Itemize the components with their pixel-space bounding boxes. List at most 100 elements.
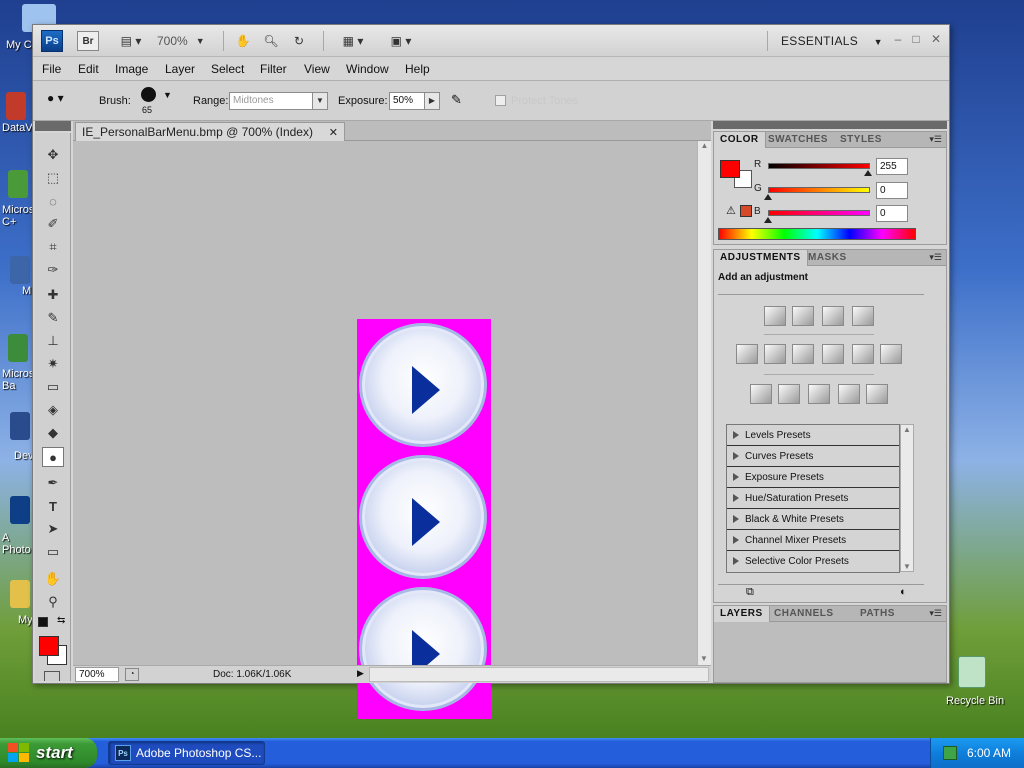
posterize-icon[interactable] — [778, 384, 800, 404]
list-item[interactable]: Exposure Presets — [727, 467, 899, 488]
taskbar-item-photoshop[interactable]: Ps Adobe Photoshop CS... — [108, 741, 265, 765]
workspace-switcher[interactable]: ESSENTIALS ▼ — [781, 34, 883, 48]
close-icon[interactable]: ✕ — [929, 32, 943, 46]
menu-filter[interactable]: Filter — [260, 62, 287, 76]
list-item[interactable]: Hue/Saturation Presets — [727, 488, 899, 509]
toolbox-header[interactable] — [35, 121, 71, 131]
photo-filter-icon[interactable] — [852, 344, 874, 364]
chevron-up-icon[interactable]: ▲ — [698, 141, 711, 150]
chevron-right-icon[interactable]: ▶ — [357, 668, 364, 679]
type-tool-icon[interactable]: T — [42, 496, 64, 516]
ms-cpp-icon[interactable] — [8, 170, 28, 198]
color-balance-icon[interactable] — [792, 344, 814, 364]
minimize-icon[interactable]: – — [891, 32, 905, 46]
vibrance-icon[interactable] — [736, 344, 758, 364]
list-item[interactable]: Black & White Presets — [727, 509, 899, 530]
threshold-icon[interactable] — [808, 384, 830, 404]
marquee-tool-icon[interactable]: ⬚ — [42, 168, 64, 188]
history-brush-tool-icon[interactable]: ✷ — [42, 354, 64, 374]
brush-tool-icon[interactable]: ✎ — [42, 308, 64, 328]
red-slider-handle[interactable] — [864, 170, 872, 176]
tab-swatches[interactable]: SWATCHES — [762, 132, 834, 148]
vertical-scrollbar[interactable]: ▲ ▼ — [697, 141, 711, 665]
chevron-right-icon[interactable]: ▶ — [424, 92, 440, 110]
blue-value-field[interactable]: 0 — [876, 205, 908, 222]
panel-menu-icon[interactable]: ▾☰ — [929, 608, 942, 619]
panel-dock-header[interactable] — [713, 121, 947, 129]
red-slider-track[interactable] — [768, 163, 870, 169]
swap-colors-icon[interactable]: ⇆ — [57, 615, 65, 626]
eraser-tool-icon[interactable]: ▭ — [42, 377, 64, 397]
view-extras-button[interactable]: ▤ ▾ — [113, 31, 149, 51]
my-documents-icon[interactable] — [10, 580, 30, 608]
eyedropper-tool-icon[interactable]: ✑ — [42, 260, 64, 280]
arrange-documents-button[interactable]: ▦ ▾ — [335, 31, 371, 51]
clip-to-layer-icon[interactable]: ⧉ — [746, 586, 754, 599]
clock[interactable]: 6:00 AM — [967, 746, 1011, 760]
crop-tool-icon[interactable]: ⌗ — [42, 237, 64, 257]
panel-menu-icon[interactable]: ▾☰ — [929, 252, 942, 263]
exposure-icon[interactable] — [852, 306, 874, 326]
foreground-color-chip[interactable] — [720, 160, 740, 178]
rotate-view-icon[interactable]: ↻ — [289, 31, 309, 51]
hand-tool-icon[interactable]: ✋ — [42, 569, 64, 589]
safely-remove-icon[interactable] — [943, 746, 957, 760]
zoom-tool-icon[interactable]: 🔍︎ — [261, 31, 281, 51]
app-icon[interactable] — [10, 256, 30, 284]
horizontal-scrollbar[interactable] — [369, 667, 709, 682]
lasso-tool-icon[interactable]: ◌ — [42, 191, 64, 211]
tab-layers[interactable]: LAYERS — [714, 606, 770, 622]
brush-picker[interactable]: ▼ 65 — [139, 85, 175, 117]
chevron-up-icon[interactable]: ▲ — [901, 425, 913, 434]
shape-tool-icon[interactable]: ▭ — [42, 542, 64, 562]
gradient-map-icon[interactable] — [838, 384, 860, 404]
zoom-level-dropdown[interactable]: 700% ▼ — [157, 31, 213, 51]
tab-paths[interactable]: PATHS — [854, 606, 901, 622]
path-selection-tool-icon[interactable]: ➤ — [42, 519, 64, 539]
dev-icon[interactable] — [10, 412, 30, 440]
list-item[interactable]: Selective Color Presets — [727, 551, 899, 572]
bridge-button[interactable]: Br — [77, 31, 99, 51]
channel-mixer-icon[interactable] — [880, 344, 902, 364]
chevron-down-icon[interactable]: ▼ — [901, 562, 913, 571]
menu-window[interactable]: Window — [346, 62, 389, 76]
default-colors-icon[interactable] — [38, 617, 48, 627]
hue-saturation-icon[interactable] — [764, 344, 786, 364]
foreground-color-swatch[interactable] — [39, 636, 59, 656]
close-icon[interactable]: ✕ — [329, 126, 338, 139]
tab-masks[interactable]: MASKS — [802, 250, 853, 266]
recycle-bin-icon[interactable] — [958, 656, 986, 688]
tab-channels[interactable]: CHANNELS — [768, 606, 840, 622]
list-item[interactable]: Channel Mixer Presets — [727, 530, 899, 551]
paint-bucket-tool-icon[interactable]: ◈ — [42, 400, 64, 420]
list-item[interactable]: Curves Presets — [727, 446, 899, 467]
burn-tool-icon[interactable]: ● — [42, 447, 64, 467]
zoom-tool-icon[interactable]: ⚲ — [42, 592, 64, 612]
menu-file[interactable]: File — [42, 62, 61, 76]
menu-view[interactable]: View — [304, 62, 330, 76]
presets-scrollbar[interactable]: ▲ ▼ — [900, 424, 914, 572]
panel-options-icon[interactable]: ◐ — [900, 586, 907, 598]
web-color-chip[interactable] — [740, 205, 752, 217]
airbrush-icon[interactable]: ✎ — [451, 92, 473, 110]
pen-tool-icon[interactable]: ✒ — [42, 473, 64, 493]
datav-icon[interactable] — [6, 92, 26, 120]
black-white-icon[interactable] — [822, 344, 844, 364]
status-zoom-field[interactable]: 700% — [75, 667, 119, 682]
color-spectrum-bar[interactable] — [718, 228, 916, 240]
list-item[interactable]: Levels Presets — [727, 425, 899, 446]
blue-slider-track[interactable] — [768, 210, 870, 216]
blue-slider-handle[interactable] — [764, 217, 772, 223]
screen-mode-button[interactable]: ▣ ▾ — [383, 31, 419, 51]
menu-select[interactable]: Select — [211, 62, 244, 76]
range-select[interactable]: Midtones — [229, 92, 313, 110]
canvas-area[interactable] — [73, 141, 697, 719]
blur-tool-icon[interactable]: ◆ — [42, 423, 64, 443]
green-slider-handle[interactable] — [764, 194, 772, 200]
green-value-field[interactable]: 0 — [876, 182, 908, 199]
menu-edit[interactable]: Edit — [78, 62, 99, 76]
clone-stamp-tool-icon[interactable]: ⊥ — [42, 331, 64, 351]
selective-color-icon[interactable] — [866, 384, 888, 404]
quick-mask-icon[interactable] — [44, 671, 60, 681]
invert-icon[interactable] — [750, 384, 772, 404]
